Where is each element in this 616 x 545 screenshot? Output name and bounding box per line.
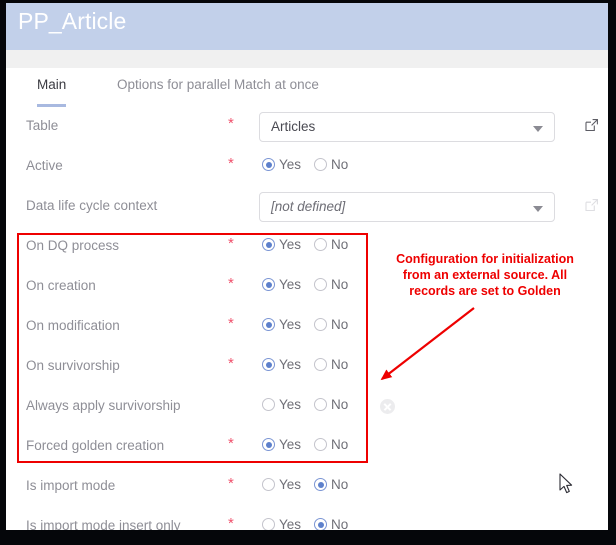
radio-dot-icon	[262, 358, 275, 371]
radio-dot-icon	[262, 478, 275, 491]
form-row: Table * Articles	[6, 107, 608, 147]
tab-main[interactable]: Main	[37, 77, 66, 107]
select-table[interactable]: Articles	[259, 112, 555, 142]
external-link-icon[interactable]	[584, 198, 599, 213]
form-row-label: Data life cycle context	[26, 198, 157, 213]
form-row-label: Forced golden creation	[26, 438, 164, 453]
form-row-label: On survivorship	[26, 358, 120, 373]
radio-dot-icon	[314, 318, 327, 331]
page-title: PP_Article	[18, 8, 126, 35]
select-value: Articles	[271, 119, 315, 134]
radio-dot-icon	[314, 398, 327, 411]
radio-dot-icon	[314, 438, 327, 451]
required-asterisk: *	[228, 160, 234, 168]
radio-dot-icon	[262, 318, 275, 331]
application-window: PP_Article Main Options for parallel Mat…	[6, 3, 608, 530]
required-asterisk: *	[228, 440, 234, 448]
radio-dot-icon	[314, 478, 327, 491]
form-row-label: On creation	[26, 278, 96, 293]
radio-option-label: No	[331, 397, 348, 412]
form-row: Forced golden creation * Yes No	[6, 427, 608, 467]
radio-dot-icon	[314, 158, 327, 171]
form-row-label: Is import mode	[26, 478, 115, 493]
chevron-down-icon	[533, 206, 543, 212]
toolbar-strip	[6, 50, 608, 68]
screenshot-root: PP_Article Main Options for parallel Mat…	[0, 0, 616, 545]
radio-option-label: No	[331, 277, 348, 292]
required-asterisk: *	[228, 240, 234, 248]
select-value: [not defined]	[271, 199, 345, 214]
required-asterisk: *	[228, 320, 234, 328]
radio-option-label: Yes	[279, 397, 301, 412]
radio-option-label: Yes	[279, 477, 301, 492]
form-row: Always apply survivorship Yes No	[6, 387, 608, 427]
required-asterisk: *	[228, 480, 234, 488]
radio-dot-icon	[262, 238, 275, 251]
radio-option-label: Yes	[279, 437, 301, 452]
form-row: On modification * Yes No	[6, 307, 608, 347]
radio-option-label: No	[331, 437, 348, 452]
radio-dot-icon	[262, 438, 275, 451]
tab-options-parallel-match[interactable]: Options for parallel Match at once	[117, 77, 319, 104]
form-row: Data life cycle context [not defined]	[6, 187, 608, 227]
required-asterisk: *	[228, 120, 234, 128]
radio-dot-icon	[314, 358, 327, 371]
radio-dot-icon	[262, 398, 275, 411]
form-row: Is import mode insert only * Yes No	[6, 507, 608, 530]
radio-option-label: No	[331, 157, 348, 172]
radio-option-label: No	[331, 517, 348, 530]
radio-dot-icon	[314, 238, 327, 251]
form-row: Is import mode * Yes No	[6, 467, 608, 507]
form-row-label: Table	[26, 118, 58, 133]
select-data-life-cycle-context[interactable]: [not defined]	[259, 192, 555, 222]
form-row-label: Is import mode insert only	[26, 518, 181, 530]
radio-dot-icon	[314, 278, 327, 291]
radio-option-label: Yes	[279, 237, 301, 252]
radio-dot-icon	[262, 278, 275, 291]
required-asterisk: *	[228, 520, 234, 528]
radio-option-label: Yes	[279, 517, 301, 530]
radio-dot-icon	[262, 158, 275, 171]
radio-option-label: Yes	[279, 157, 301, 172]
radio-option-label: No	[331, 237, 348, 252]
form-row-label: Active	[26, 158, 63, 173]
radio-option-label: Yes	[279, 357, 301, 372]
form-row-label: On DQ process	[26, 238, 119, 253]
window-title-bar: PP_Article	[6, 3, 608, 50]
required-asterisk: *	[228, 360, 234, 368]
annotation-text: Configuration for initialization from an…	[384, 251, 586, 299]
radio-option-label: Yes	[279, 277, 301, 292]
mouse-cursor	[559, 473, 575, 495]
form-row: Active * Yes No	[6, 147, 608, 187]
radio-dot-icon	[314, 518, 327, 530]
form-body: Table * Articles Active * Yes No Data life cycl…	[6, 107, 608, 530]
form-row-label: Always apply survivorship	[26, 398, 181, 413]
radio-dot-icon	[262, 518, 275, 530]
radio-option-label: Yes	[279, 317, 301, 332]
radio-option-label: No	[331, 317, 348, 332]
external-link-icon[interactable]	[584, 118, 599, 133]
chevron-down-icon	[533, 126, 543, 132]
form-row: On survivorship * Yes No	[6, 347, 608, 387]
form-row-label: On modification	[26, 318, 120, 333]
clear-value-icon[interactable]	[380, 399, 395, 414]
required-asterisk: *	[228, 280, 234, 288]
radio-option-label: No	[331, 477, 348, 492]
radio-option-label: No	[331, 357, 348, 372]
tab-bar: Main Options for parallel Match at once	[6, 68, 608, 108]
